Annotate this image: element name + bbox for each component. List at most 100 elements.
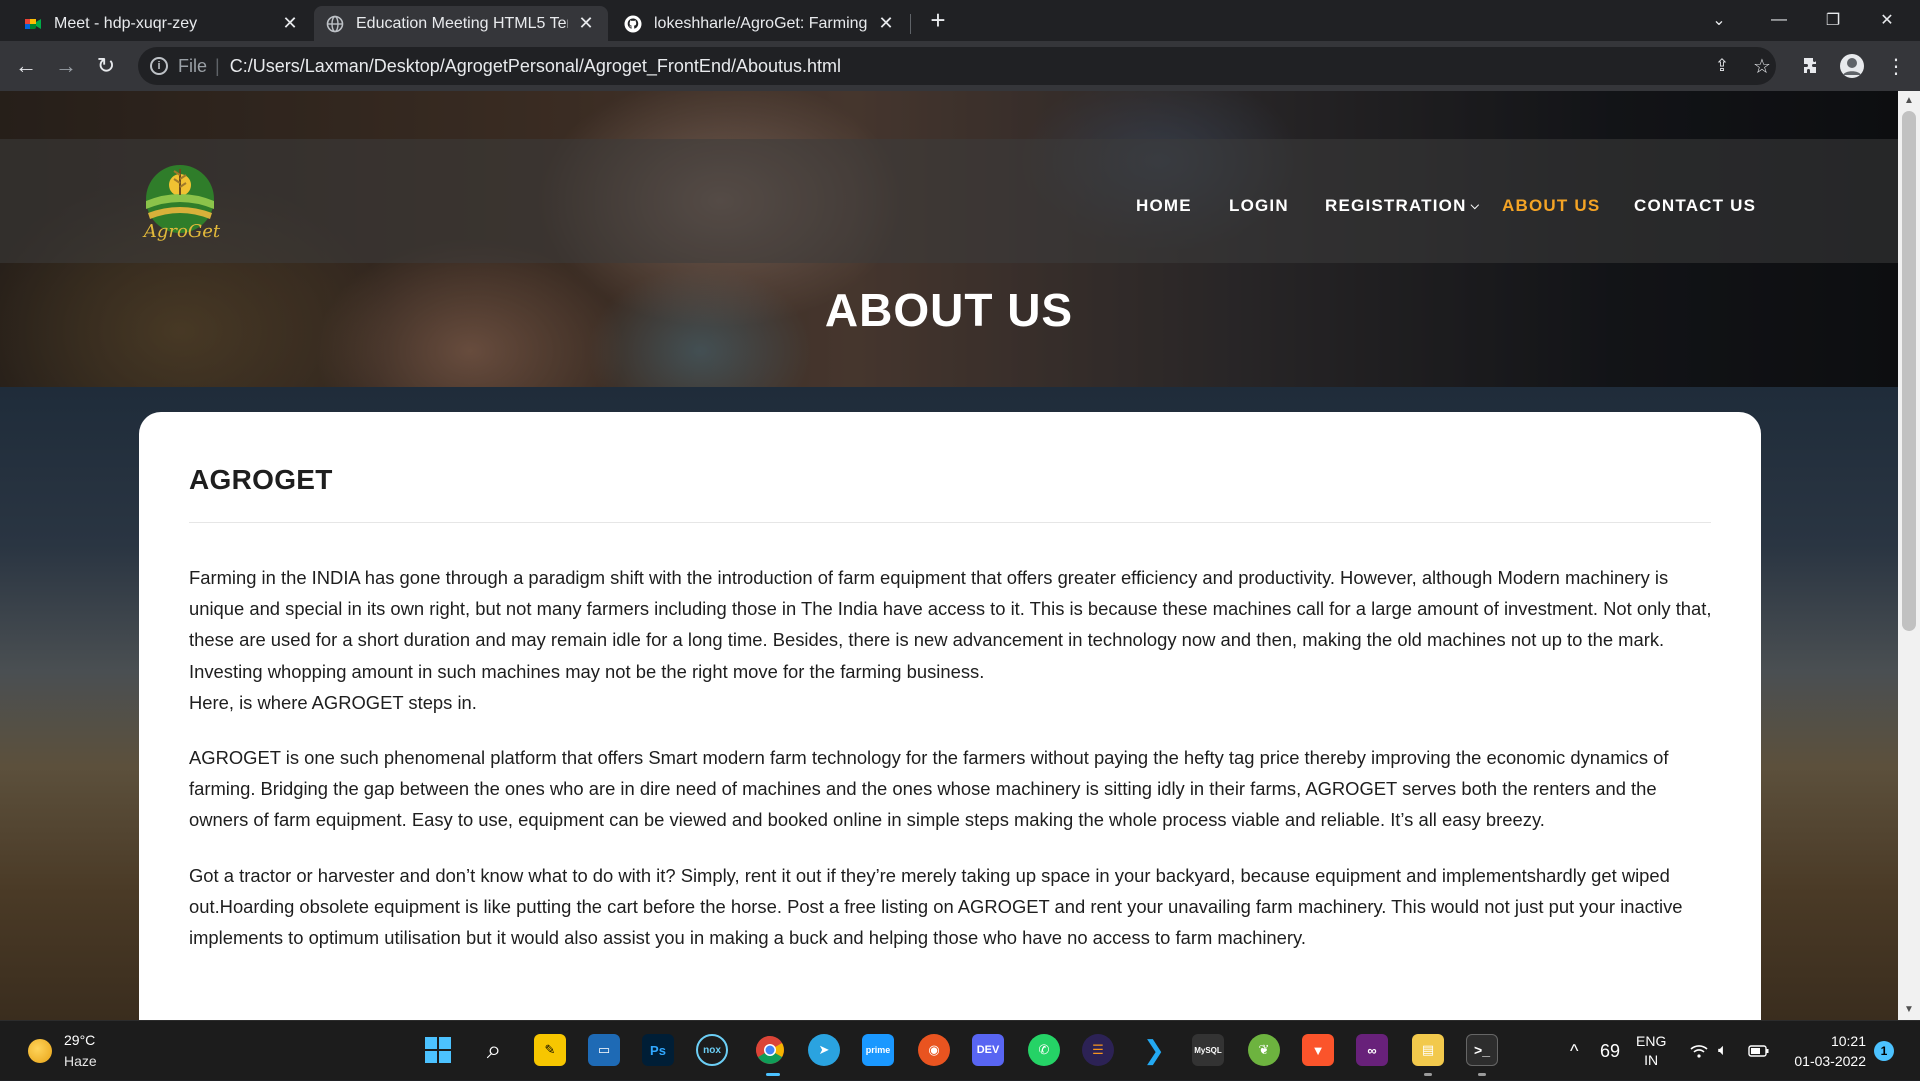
url-text[interactable]: C:/Users/Laxman/Desktop/AgrogetPersonal/… (230, 56, 841, 77)
language-code: ENG (1636, 1033, 1667, 1049)
spring-tool-icon[interactable]: ❦ (1248, 1034, 1280, 1066)
tab-education-meeting[interactable]: Education Meeting HTML5 Templ ✕ (314, 6, 608, 41)
chevron-down-icon[interactable]: ⌵ (1471, 200, 1481, 213)
eclipse-icon[interactable]: ☰ (1082, 1034, 1114, 1066)
weather-sun-icon[interactable] (28, 1039, 52, 1063)
battery-icon[interactable] (1748, 1021, 1770, 1081)
terminal-icon[interactable]: >_ (1466, 1034, 1498, 1066)
back-arrow-icon[interactable]: ← (10, 50, 42, 82)
nav-registration-label[interactable]: REGISTRATION (1325, 196, 1467, 216)
page-scrollbar[interactable]: ▲ ▼ (1898, 91, 1920, 1020)
active-app-indicator (766, 1073, 780, 1076)
nav-home[interactable]: HOME (1136, 191, 1192, 221)
tab-title: Education Meeting HTML5 Templ (356, 14, 568, 32)
ubuntu-icon[interactable]: ◉ (918, 1034, 950, 1066)
air-quality-value[interactable]: 69 (1600, 1021, 1620, 1081)
close-icon[interactable]: ✕ (280, 13, 300, 34)
brave-icon[interactable]: ▼ (1302, 1034, 1334, 1066)
tab-meet[interactable]: Meet - hdp-xuqr-zey ✕ (12, 6, 312, 41)
nav-contact-us-label[interactable]: CONTACT US (1634, 196, 1756, 216)
browser-tab-bar: Meet - hdp-xuqr-zey ✕ Education Meeting … (0, 0, 1920, 41)
tab-github[interactable]: lokeshharle/AgroGet: Farming Eq ✕ (612, 6, 908, 41)
vscode-icon[interactable]: ❯ (1138, 1034, 1170, 1066)
file-explorer-icon[interactable]: ▤ (1412, 1034, 1444, 1066)
nav-login[interactable]: LOGIN (1229, 191, 1289, 221)
nav-login-label[interactable]: LOGIN (1229, 196, 1289, 216)
clock-time: 10:21 (1830, 1033, 1866, 1049)
kebab-menu-icon[interactable]: ⋮ (1880, 50, 1912, 82)
chrome-icon[interactable] (754, 1034, 786, 1066)
address-bar[interactable]: i File | C:/Users/Laxman/Desktop/Agroget… (138, 47, 1776, 85)
tab-search-chevron-icon[interactable]: ⌄ (1696, 0, 1742, 40)
forward-arrow-icon[interactable]: → (50, 50, 82, 82)
about-paragraph: AGROGET is one such phenomenal platform … (189, 747, 1669, 831)
show-hidden-icons-chevron-icon[interactable]: ^ (1570, 1021, 1578, 1081)
clock[interactable]: 10:21 01-03-2022 (1786, 1021, 1866, 1081)
close-window-button[interactable]: ✕ (1864, 0, 1910, 40)
extensions-puzzle-icon[interactable] (1796, 50, 1828, 82)
windows-start-icon[interactable] (422, 1034, 454, 1066)
dev-c-icon[interactable]: DEV (972, 1034, 1004, 1066)
prime-video-icon[interactable]: prime (862, 1034, 894, 1066)
wifi-icon[interactable] (1690, 1021, 1708, 1081)
nox-player-icon[interactable]: nox (696, 1034, 728, 1066)
new-tab-button[interactable]: + (924, 6, 952, 34)
browser-toolbar: ← → ↻ i File | C:/Users/Laxman/Desktop/A… (0, 41, 1920, 91)
sticky-notes-icon[interactable]: ✎ (534, 1034, 566, 1066)
volume-icon[interactable]: 🔈︎ (1718, 1021, 1728, 1081)
running-app-indicator (1424, 1073, 1432, 1076)
telegram-icon[interactable]: ➤ (808, 1034, 840, 1066)
about-heading: AGROGET (189, 464, 333, 495)
visual-studio-icon[interactable]: ∞ (1356, 1034, 1388, 1066)
site-header (0, 139, 1898, 263)
nav-home-label[interactable]: HOME (1136, 196, 1192, 216)
logo-text: AgroGet (143, 221, 221, 242)
weather-temperature[interactable]: 29°C (64, 1032, 95, 1048)
clock-date: 01-03-2022 (1794, 1053, 1866, 1069)
nav-about-us[interactable]: ABOUT US (1502, 191, 1600, 221)
globe-icon (326, 15, 344, 32)
minimize-button[interactable]: — (1756, 0, 1802, 40)
nav-about-us-label[interactable]: ABOUT US (1502, 196, 1600, 216)
heading-divider (189, 522, 1711, 523)
url-divider: | (215, 55, 220, 76)
scroll-down-arrow-icon[interactable]: ▼ (1898, 1002, 1920, 1018)
tab-title: lokeshharle/AgroGet: Farming Eq (654, 14, 868, 32)
close-icon[interactable]: ✕ (876, 13, 896, 34)
google-meet-icon (25, 18, 41, 29)
region-code: IN (1644, 1052, 1659, 1068)
notification-badge[interactable]: 1 (1874, 1041, 1894, 1061)
windows-taskbar: 29°C Haze ⌕ ✎ ▭ Ps nox ➤ prime ◉ DEV ✆ ☰… (0, 1020, 1920, 1080)
language-indicator[interactable]: ENG IN (1636, 1021, 1666, 1081)
bookmark-star-icon[interactable]: ☆ (1746, 50, 1778, 82)
search-icon[interactable]: ⌕ (478, 1034, 510, 1066)
running-app-indicator (1478, 1073, 1486, 1076)
profile-avatar[interactable] (1836, 50, 1868, 82)
scrollbar-thumb[interactable] (1902, 111, 1916, 631)
page-viewport: AgroGet HOME LOGIN REGISTRATION ⌵ ABOUT … (0, 91, 1898, 1020)
tab-divider (910, 14, 911, 34)
scroll-up-arrow-icon[interactable]: ▲ (1898, 93, 1920, 109)
hero-title: ABOUT US (824, 284, 1074, 336)
mysql-workbench-icon[interactable]: MySQL (1192, 1034, 1224, 1066)
tab-title: Meet - hdp-xuqr-zey (54, 14, 198, 32)
nav-contact-us[interactable]: CONTACT US (1634, 191, 1756, 221)
nav-registration[interactable]: REGISTRATION ⌵ (1325, 191, 1480, 221)
desktop-monitor-icon[interactable]: ▭ (588, 1034, 620, 1066)
about-paragraph: Here, is where AGROGET steps in. (189, 691, 477, 713)
about-card: AGROGET Farming in the INDIA has gone th… (139, 412, 1761, 1020)
photoshop-icon[interactable]: Ps (642, 1034, 674, 1066)
close-icon[interactable]: ✕ (576, 13, 596, 34)
info-icon[interactable]: i (150, 57, 168, 75)
url-scheme: File (178, 55, 208, 76)
whatsapp-icon[interactable]: ✆ (1028, 1034, 1060, 1066)
hero-banner: AgroGet HOME LOGIN REGISTRATION ⌵ ABOUT … (0, 91, 1898, 387)
share-icon[interactable]: ⇪ (1706, 50, 1738, 82)
reload-icon[interactable]: ↻ (90, 50, 122, 82)
github-icon (624, 15, 642, 32)
about-body: Farming in the INDIA has gone through a … (189, 562, 1719, 977)
weather-condition[interactable]: Haze (64, 1053, 97, 1069)
about-paragraph: Got a tractor or harvester and don’t kno… (189, 864, 1683, 949)
restore-button[interactable]: ❐ (1810, 0, 1856, 40)
about-paragraph: Farming in the INDIA has gone through a … (189, 567, 1712, 682)
